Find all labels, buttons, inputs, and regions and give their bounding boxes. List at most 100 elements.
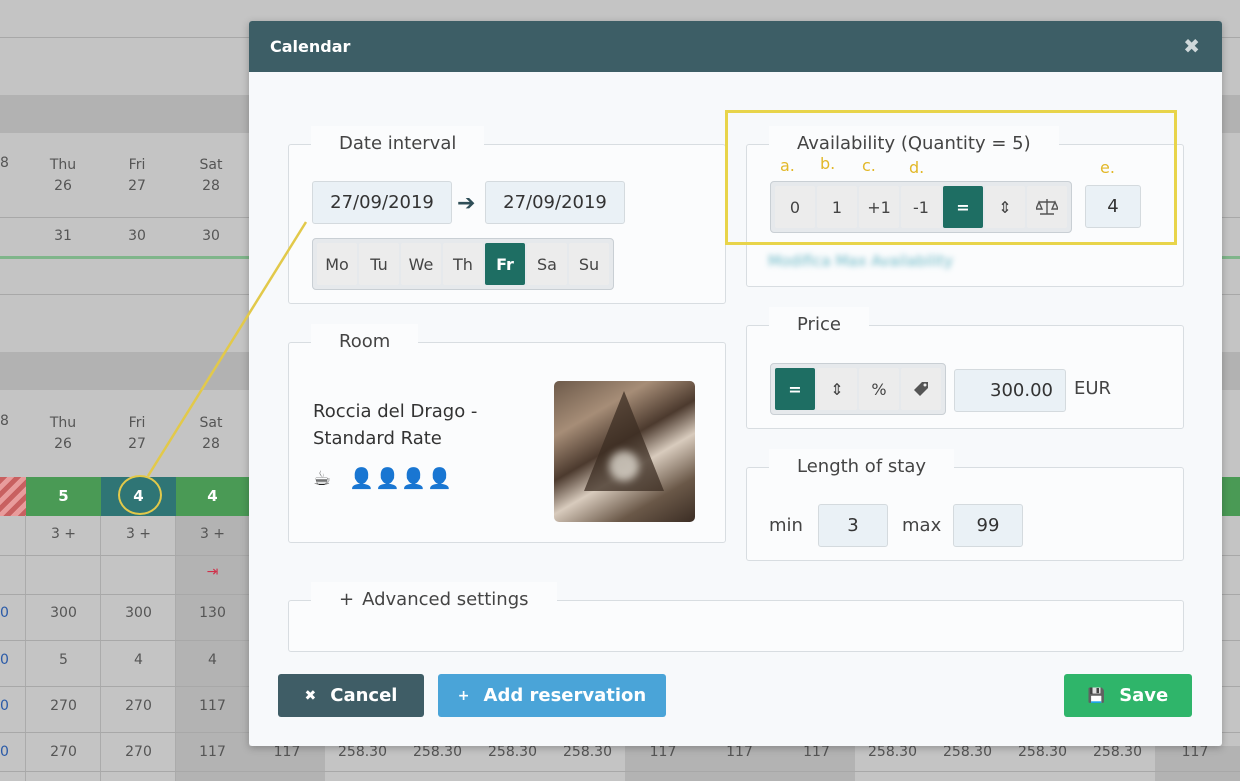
cancel-label: Cancel (330, 685, 398, 706)
date-interval-legend: Date interval (311, 126, 485, 162)
day-header: Sat 28 (199, 415, 223, 452)
rate-cell: 117 (803, 744, 830, 760)
rate-cell: 258.30 (943, 744, 992, 760)
price-cell: 300 (125, 605, 152, 621)
rate-cell: 270 (125, 698, 152, 714)
close-icon[interactable]: ✖ (1183, 21, 1200, 72)
header-stub: 8 (0, 413, 9, 429)
day-header: Thu 26 (49, 415, 77, 452)
plus-icon: + (339, 589, 355, 610)
min-stay-input[interactable]: 3 (818, 504, 888, 547)
day-header: Fri 27 (128, 415, 146, 452)
rate-cell: 117 (726, 744, 753, 760)
qty-cell: 4 (134, 652, 143, 668)
advanced-settings-toggle[interactable]: + Advanced settings (311, 582, 557, 618)
weekday-sa[interactable]: Sa (527, 243, 567, 285)
availability-cell[interactable]: 4 (176, 477, 249, 516)
save-button[interactable]: 💾 Save (1064, 674, 1192, 717)
price-percent-button[interactable]: % (859, 368, 899, 410)
row-stub: 0 (0, 744, 9, 760)
currency-label: EUR (1074, 378, 1112, 399)
day-header: Thu 26 (49, 157, 77, 194)
row-stub: 0 (0, 698, 9, 714)
weekday-we[interactable]: We (401, 243, 441, 285)
person-icon: 👤 (349, 466, 376, 490)
add-reservation-button[interactable]: + Add reservation (438, 674, 666, 717)
weekday-fr[interactable]: Fr (485, 243, 525, 285)
close-icon: ✖ (304, 687, 317, 704)
arrow-right-icon: ➔ (457, 191, 476, 216)
row-stub: 0 (0, 652, 9, 668)
checkin-icon: ⇥ (206, 564, 219, 580)
rate-cell: 258.30 (563, 744, 612, 760)
person-icon: 👤 (401, 466, 428, 490)
price-updown-button[interactable]: ⇕ (817, 368, 857, 410)
price-tag-button[interactable] (901, 368, 941, 410)
plus-icon: + (457, 687, 470, 704)
room-photo (554, 381, 695, 522)
weekday-selector: Mo Tu We Th Fr Sa Su (312, 238, 614, 290)
save-label: Save (1119, 685, 1169, 706)
advanced-settings-label: Advanced settings (362, 589, 529, 610)
modal-title: Calendar (270, 37, 351, 56)
rate-cell: 258.30 (868, 744, 917, 760)
rate-cell: 270 (50, 698, 77, 714)
qty-cell: 4 (208, 652, 217, 668)
availability-cell[interactable]: 5 (26, 477, 101, 516)
room-amenities: ☕ 👤👤👤👤 (313, 466, 453, 490)
weekday-mo[interactable]: Mo (317, 243, 357, 285)
date-from-input[interactable]: 27/09/2019 (312, 181, 452, 224)
cell: 30 (202, 228, 220, 244)
price-legend: Price (769, 307, 869, 343)
max-label: max (902, 515, 942, 536)
rate-cell: 258.30 (338, 744, 387, 760)
highlight-box (725, 110, 1177, 245)
room-name: Roccia del Drago - Standard Rate (313, 401, 478, 449)
person-icon: 👤 (427, 466, 453, 490)
floppy-disk-icon: 💾 (1087, 687, 1106, 704)
rate-cell: 117 (199, 698, 226, 714)
weekday-tu[interactable]: Tu (359, 243, 399, 285)
annotation-circle (118, 475, 162, 515)
rate-cell: 258.30 (488, 744, 537, 760)
rate-cell: 117 (199, 744, 226, 760)
minstay-cell: 3 + (125, 526, 152, 542)
grid-line (0, 771, 1240, 772)
weekday-th[interactable]: Th (443, 243, 483, 285)
weekday-su[interactable]: Su (569, 243, 609, 285)
length-of-stay-legend: Length of stay (769, 449, 954, 485)
minstay-cell: 3 + (50, 526, 77, 542)
rate-cell: 258.30 (1093, 744, 1142, 760)
day-header: Fri 27 (128, 157, 146, 194)
rate-cell: 117 (649, 744, 677, 760)
add-reservation-label: Add reservation (483, 685, 647, 706)
advanced-settings-fieldset: + Advanced settings (288, 582, 1184, 652)
cancel-button[interactable]: ✖ Cancel (278, 674, 424, 717)
rate-cell: 258.30 (1018, 744, 1067, 760)
rate-cell: 117 (1181, 744, 1209, 760)
price-operations: = ⇕ % (770, 363, 946, 415)
price-cell: 130 (199, 605, 226, 621)
day-header: Sat 28 (199, 157, 223, 194)
price-value-input[interactable]: 300.00 (954, 369, 1066, 412)
rate-cell: 258.30 (413, 744, 462, 760)
cell: 30 (128, 228, 146, 244)
row-stub: 0 (0, 605, 9, 621)
cell: 31 (54, 228, 72, 244)
rate-cell: 270 (50, 744, 77, 760)
closed-stripe (0, 477, 26, 516)
price-set-equal-button[interactable]: = (775, 368, 815, 410)
blurred-link[interactable]: Modifica Max Availability (768, 252, 1028, 272)
rate-cell: 270 (125, 744, 152, 760)
tag-icon (914, 382, 928, 396)
coffee-cup-icon: ☕ (313, 466, 332, 490)
min-label: min (769, 515, 803, 536)
date-to-input[interactable]: 27/09/2019 (485, 181, 625, 224)
minstay-cell: 3 + (199, 526, 226, 542)
max-stay-input[interactable]: 99 (953, 504, 1023, 547)
price-cell: 300 (50, 605, 77, 621)
header-stub: 8 (0, 155, 9, 171)
person-icon: 👤 (375, 466, 402, 490)
qty-cell: 5 (59, 652, 68, 668)
room-legend: Room (311, 324, 419, 360)
